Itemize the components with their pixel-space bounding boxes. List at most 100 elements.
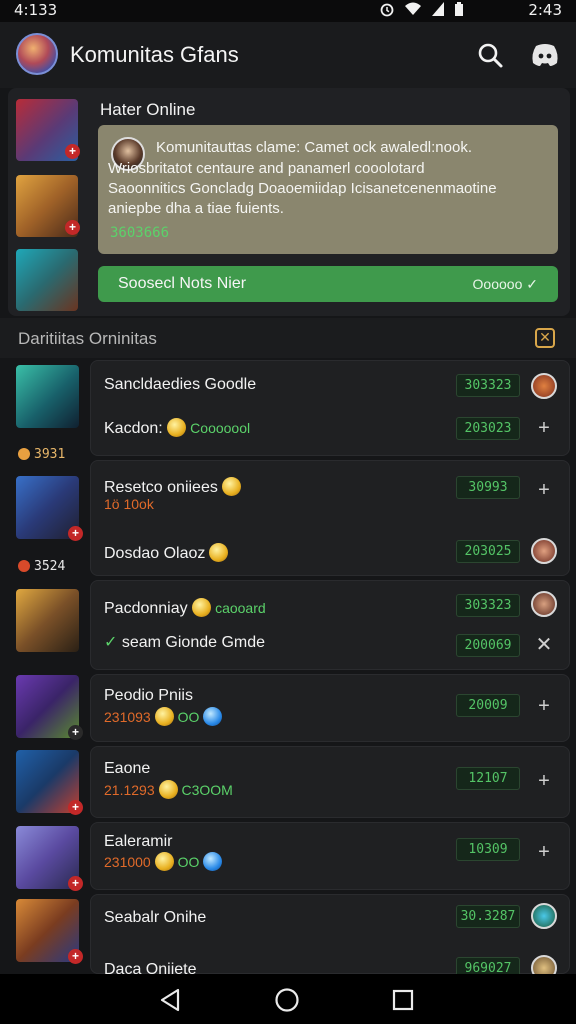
left-stat: 3524 [18, 559, 65, 574]
coin-icon [18, 448, 30, 460]
status-time-right: 2:43 [528, 1, 562, 19]
status-time-left: 4:133 [14, 1, 58, 19]
game-thumbnail[interactable]: + [16, 750, 83, 815]
add-icon[interactable]: + [532, 478, 556, 502]
emoji-icon [166, 418, 186, 437]
featured-game-thumbnail[interactable] [16, 249, 78, 311]
status-bar: 4:133 2:43 [0, 0, 576, 22]
search-icon [478, 43, 503, 68]
globe-icon [203, 852, 223, 871]
score-box: 12107 [456, 767, 520, 790]
back-button[interactable] [157, 987, 183, 1013]
plus-badge-icon: + [68, 725, 83, 740]
notice-text-line: Wriosbritatot centaure and panamerl cooo… [108, 160, 425, 177]
user-avatar[interactable] [531, 903, 557, 929]
notice-text-line: aniepbe dha a tiae fuients. [108, 200, 284, 217]
score-box: 200069 [456, 634, 520, 657]
notice-card[interactable]: Komunitauttas clame: Camet ock awaledl:n… [98, 125, 558, 254]
notice-text-line: Komunitauttas clame: Camet ock awaledl:n… [156, 139, 472, 156]
app-title: Komunitas Gfans [70, 42, 239, 67]
section-title: Daritiitas Orninitas [18, 329, 157, 348]
row-subtitle: 1ö 10ok [104, 496, 154, 512]
app-bar: Komunitas Gfans [0, 22, 576, 88]
score-box: 203023 [456, 417, 520, 440]
game-thumbnail[interactable]: + [16, 675, 83, 740]
emoji-icon [158, 780, 178, 799]
wifi-icon [405, 2, 421, 15]
row-title: Kacdon: Cooooool [104, 418, 251, 437]
plus-badge-icon: + [65, 144, 80, 159]
emoji-icon [209, 543, 229, 562]
status-button-label: Soosecl Nots Nier [118, 275, 247, 292]
add-icon[interactable]: + [532, 840, 556, 864]
game-thumbnail[interactable]: + [16, 476, 83, 541]
coin-icon [18, 560, 30, 572]
score-box: 203025 [456, 540, 520, 563]
battery-icon [455, 2, 463, 16]
featured-game-thumbnail[interactable]: + [16, 99, 80, 161]
discord-icon [532, 44, 558, 66]
notice-text-line: Saoonnitics Goncladg Doaoemiidap Icisane… [108, 180, 497, 197]
user-avatar[interactable] [531, 591, 557, 617]
row-title: Pacdonniay caooard [104, 598, 266, 617]
recents-button[interactable] [390, 987, 416, 1013]
left-stat: 3931 [18, 447, 65, 462]
home-icon [275, 988, 299, 1012]
section-header: Daritiitas Orninitas ✕ [0, 318, 576, 358]
alarm-icon [380, 3, 394, 17]
row-subtitle: 231000 OO [104, 852, 223, 871]
globe-icon [203, 707, 223, 726]
recents-icon [392, 989, 414, 1011]
emoji-icon [154, 707, 174, 726]
score-box: 30.3287 [456, 905, 520, 928]
row-title: ✓ seam Gionde Gmde [104, 634, 266, 651]
score-box: 10309 [456, 838, 520, 861]
close-icon[interactable]: ✕ [532, 633, 556, 657]
row-title: Ealeramir [104, 833, 173, 850]
score-box: 303323 [456, 374, 520, 397]
status-button-value: Oooooo ✓ [472, 276, 538, 292]
emoji-icon [154, 852, 174, 871]
online-status-button[interactable]: Soosecl Nots Nier Oooooo ✓ [98, 266, 558, 302]
back-icon [160, 988, 180, 1012]
system-nav-bar [0, 974, 576, 1024]
status-icons [379, 1, 464, 17]
discord-button[interactable] [527, 37, 563, 73]
row-subtitle: 21.1293 C3OOM [104, 780, 233, 799]
plus-badge-icon: + [68, 876, 83, 891]
row-title: Seabalr Onihe [104, 909, 207, 926]
user-avatar[interactable] [531, 538, 557, 564]
emoji-icon [191, 598, 211, 617]
row-title: Resetco oniiees [104, 477, 241, 497]
score-box: 303323 [456, 594, 520, 617]
home-button[interactable] [274, 987, 300, 1013]
plus-badge-icon: + [65, 220, 80, 235]
score-box: 30993 [456, 476, 520, 499]
plus-badge-icon: + [68, 526, 83, 541]
game-thumbnail[interactable] [16, 365, 79, 428]
add-icon[interactable]: + [532, 416, 556, 440]
featured-title: Hater Online [100, 100, 196, 119]
add-icon[interactable]: + [532, 694, 556, 718]
row-title: Sancldaedies Goodle [104, 376, 257, 393]
signal-icon [432, 2, 444, 16]
plus-badge-icon: + [68, 800, 83, 815]
game-thumbnail[interactable]: + [16, 826, 83, 891]
score-box: 20009 [456, 694, 520, 717]
app-logo[interactable] [16, 33, 58, 75]
featured-panel: + + Hater Online Komunitauttas clame: Ca… [8, 88, 570, 316]
user-avatar[interactable] [531, 373, 557, 399]
row-title: Eaone [104, 760, 151, 777]
row-subtitle: 231093 OO [104, 707, 223, 726]
plus-badge-icon: + [68, 949, 83, 964]
search-button[interactable] [472, 37, 508, 73]
game-thumbnail[interactable]: + [16, 899, 83, 964]
emoji-icon [221, 477, 241, 496]
row-title: Peodio Pniis [104, 687, 193, 704]
featured-game-thumbnail[interactable]: + [16, 175, 80, 237]
notice-count: 3603666 [110, 225, 170, 241]
add-icon[interactable]: + [532, 769, 556, 793]
row-title: Dosdao Olaoz [104, 543, 229, 563]
close-box-icon[interactable]: ✕ [535, 328, 555, 348]
game-thumbnail[interactable] [16, 589, 79, 652]
